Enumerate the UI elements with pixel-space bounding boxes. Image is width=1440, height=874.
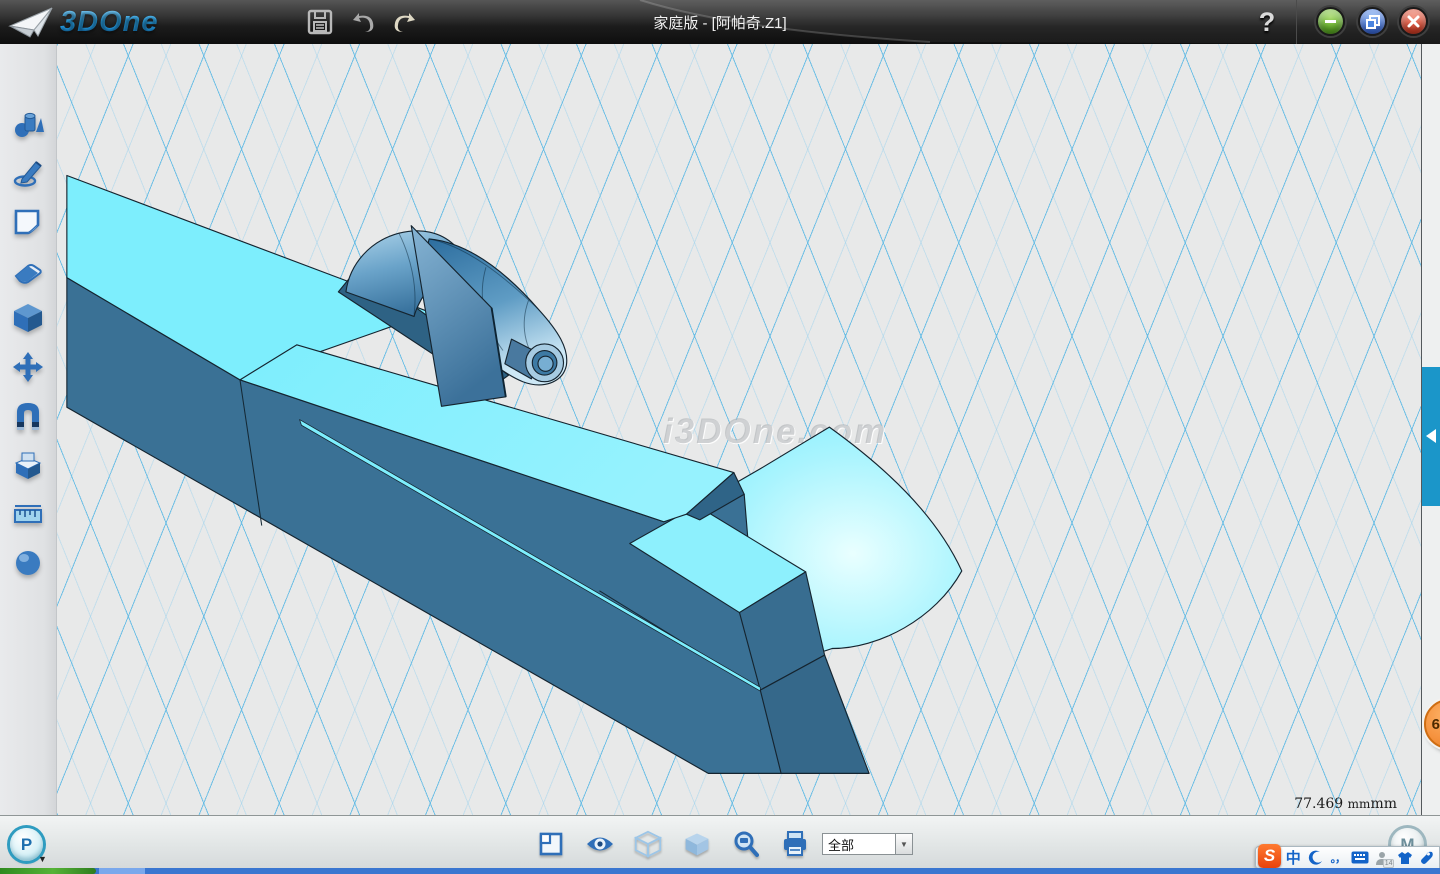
move-tool[interactable] (10, 349, 46, 385)
panel-expand-arrow-icon (1425, 428, 1437, 444)
ime-language-label: 中 (1286, 847, 1301, 868)
dimension-unit: mm (1348, 797, 1371, 811)
taskbar-strip (0, 868, 1440, 874)
shirt-icon (1397, 851, 1413, 865)
solid-cube-icon (12, 302, 44, 334)
sketch-plane-tool[interactable] (10, 203, 46, 239)
dimension-readout: 77.469 mmmm (1294, 796, 1397, 812)
sketch-icon (12, 156, 44, 188)
ime-punctuation-toggle[interactable]: 。， (1328, 848, 1348, 868)
history-dropdown-caret[interactable]: ▼ (38, 854, 47, 864)
material-tool[interactable] (10, 545, 46, 581)
3done-app-window: { "titlebar": { "logo_text": "3DOne", "t… (0, 0, 1440, 874)
save-button[interactable] (303, 6, 337, 38)
statusbar: P ▼ M (0, 815, 1440, 868)
filter-select-arrow[interactable]: ▼ (896, 833, 913, 855)
left-toolbar (0, 44, 57, 815)
app-logo-text: 3DOne (60, 6, 158, 39)
ime-moon-toggle[interactable] (1305, 848, 1325, 868)
taskbar-app-segment (99, 868, 145, 874)
close-icon (1406, 14, 1421, 29)
print-button[interactable] (780, 829, 810, 859)
restore-icon (1365, 14, 1381, 30)
titlebar: 3DOne 家庭版 - [阿帕奇.Z1] ? (0, 0, 1440, 44)
viewport-canvas[interactable]: i3DOne.com (57, 44, 1421, 815)
taskbar-start-segment[interactable] (0, 868, 96, 874)
keyboard-icon (1351, 851, 1369, 864)
visibility-button[interactable] (585, 829, 615, 859)
sketch-plane-icon (12, 205, 44, 237)
eraser-icon (12, 254, 44, 286)
redo-icon (391, 9, 419, 35)
ime-language-toggle[interactable]: 中 (1283, 848, 1303, 868)
minimize-icon (1323, 14, 1338, 29)
move-icon (12, 351, 44, 383)
magnet-icon (12, 400, 44, 432)
collapsed-panel-tab[interactable] (1422, 367, 1440, 506)
ime-brand-letter: S (1264, 846, 1275, 866)
shaded-view-button[interactable] (682, 829, 712, 859)
solid-tool[interactable] (10, 300, 46, 336)
combine-icon (12, 449, 44, 481)
measure-tool[interactable] (10, 496, 46, 532)
wrench-icon (1419, 850, 1434, 865)
undo-icon (349, 9, 377, 35)
app-logo: 3DOne (8, 4, 158, 40)
ime-toolbar: S 中 。， 14 (1255, 846, 1440, 869)
magnet-tool[interactable] (10, 398, 46, 434)
redo-button[interactable] (388, 6, 422, 38)
titlebar-separator (1296, 0, 1297, 44)
eraser-tool[interactable] (10, 252, 46, 288)
combine-tool[interactable] (10, 447, 46, 483)
primitives-tool[interactable] (10, 106, 46, 142)
close-button[interactable] (1399, 7, 1428, 36)
wireframe-cube-icon (634, 830, 662, 858)
3d-model[interactable] (57, 44, 1421, 815)
ime-brand-button[interactable]: S (1258, 844, 1281, 868)
help-button[interactable]: ? (1250, 2, 1284, 42)
filter-value: 全部 (828, 835, 854, 854)
ime-tools-button[interactable] (1417, 848, 1437, 868)
ime-keyboard-button[interactable] (1350, 848, 1370, 868)
measure-icon (12, 498, 44, 530)
wireframe-view-button[interactable] (633, 829, 663, 859)
window-title: 家庭版 - [阿帕奇.Z1] (0, 0, 1440, 44)
filter-select[interactable]: 全部 (822, 833, 896, 855)
zoom-button[interactable] (731, 829, 761, 859)
material-sphere-icon (12, 547, 44, 579)
titlebar-swoosh (0, 0, 1440, 44)
save-icon (307, 9, 333, 35)
undo-button[interactable] (346, 6, 380, 38)
ime-user-count: 14 (1383, 859, 1395, 868)
ime-skin-button[interactable] (1394, 848, 1414, 868)
badge-count: 63 (1432, 716, 1440, 733)
paper-plane-icon (8, 4, 54, 40)
sketch-tool[interactable] (10, 154, 46, 190)
restore-button[interactable] (1358, 7, 1387, 36)
print-icon (781, 831, 809, 857)
zoom-search-icon (732, 830, 760, 858)
minimize-button[interactable] (1316, 7, 1345, 36)
dimension-value: 77.469 (1294, 796, 1343, 812)
shaded-cube-icon (683, 830, 711, 858)
primitives-icon (12, 108, 44, 140)
snap-corner-icon (538, 831, 564, 857)
visibility-eye-icon (585, 833, 615, 855)
snap-corner-button[interactable] (536, 829, 566, 859)
moon-icon (1308, 850, 1324, 866)
ime-account-button[interactable]: 14 (1372, 848, 1392, 868)
ime-punctuation-label: 。， (1331, 850, 1346, 866)
history-back-label: P (21, 835, 32, 855)
